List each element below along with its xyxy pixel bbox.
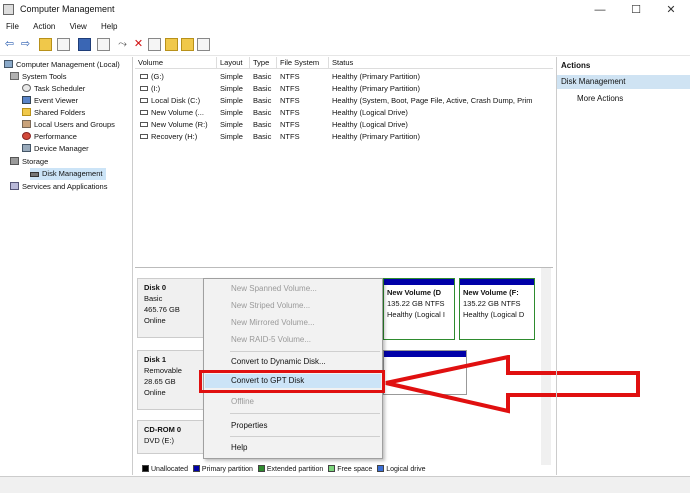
- toolbar: ⇦ ⇨ ⤳ ✕: [0, 34, 690, 56]
- storage-icon: [10, 157, 19, 165]
- folder-icon: [22, 108, 31, 116]
- menu-separator: [230, 351, 380, 352]
- volume-icon: [140, 110, 148, 115]
- tree-item-system-tools[interactable]: System Tools: [10, 71, 66, 83]
- tree-item-shared-folders[interactable]: Shared Folders: [22, 107, 85, 119]
- volume-icon: [140, 122, 148, 127]
- menu-item-help[interactable]: Help: [205, 441, 381, 455]
- disk-0-label[interactable]: Disk 0 Basic 465.76 GB Online: [137, 278, 207, 338]
- volume-icon: [140, 98, 148, 103]
- status-bar: [0, 476, 690, 493]
- menu-item-new-spanned-volume[interactable]: New Spanned Volume...: [205, 282, 381, 296]
- column-status[interactable]: Status: [329, 57, 553, 69]
- disk-1-label[interactable]: Disk 1 Removable 28.65 GB Online: [137, 350, 207, 410]
- show-hide-tree-icon[interactable]: [57, 38, 70, 51]
- menu-help[interactable]: Help: [95, 20, 123, 33]
- tools-icon: [10, 72, 19, 80]
- delete-icon[interactable]: ✕: [132, 38, 145, 51]
- minimize-button[interactable]: —: [585, 2, 615, 18]
- partition-new-volume-f[interactable]: New Volume (F: 135.22 GB NTFS Healthy (L…: [459, 278, 535, 340]
- clock-icon: [22, 84, 31, 92]
- partition-legend: Unallocated Primary partition Extended p…: [139, 464, 549, 475]
- device-icon: [22, 144, 31, 152]
- menu-item-new-raid5-volume[interactable]: New RAID-5 Volume...: [205, 333, 381, 347]
- table-row[interactable]: New Volume (... Simple Basic NTFS Health…: [135, 107, 553, 119]
- menu-item-new-striped-volume[interactable]: New Striped Volume...: [205, 299, 381, 313]
- table-row[interactable]: Recovery (H:) Simple Basic NTFS Healthy …: [135, 131, 553, 143]
- legend-swatch-unallocated: [142, 465, 149, 472]
- computer-icon: [4, 60, 13, 68]
- computer-management-icon: [3, 4, 14, 15]
- tree-item-performance[interactable]: Performance: [22, 131, 77, 143]
- tree-item-storage[interactable]: Storage: [10, 156, 48, 168]
- table-row[interactable]: Local Disk (C:) Simple Basic NTFS Health…: [135, 95, 553, 107]
- legend-swatch-primary: [192, 465, 200, 472]
- column-type[interactable]: Type: [250, 57, 277, 69]
- open-folder-icon[interactable]: [165, 38, 178, 51]
- column-volume[interactable]: Volume: [135, 57, 217, 69]
- users-icon: [22, 120, 31, 128]
- properties-icon[interactable]: [78, 38, 91, 51]
- actions-section-disk-management[interactable]: Disk Management: [557, 75, 690, 89]
- search-folder-icon[interactable]: [181, 38, 194, 51]
- back-arrow-icon[interactable]: ⇦: [3, 38, 16, 51]
- event-icon: [22, 96, 31, 104]
- volume-icon: [140, 86, 148, 91]
- menu-bar: File Action View Help: [0, 20, 690, 34]
- more-actions-link[interactable]: More Actions: [577, 93, 623, 105]
- window-title: Computer Management: [20, 4, 115, 14]
- disk-icon: [30, 172, 39, 177]
- legend-swatch-extended: [257, 465, 265, 472]
- table-row[interactable]: (G:) Simple Basic NTFS Healthy (Primary …: [135, 71, 553, 83]
- actions-header: Actions: [561, 61, 591, 70]
- tree-item-local-users[interactable]: Local Users and Groups: [22, 119, 115, 131]
- navigation-tree: Computer Management (Local) System Tools…: [0, 57, 133, 475]
- performance-icon: [22, 132, 31, 140]
- actions-pane: Actions Disk Management More Actions: [556, 57, 690, 475]
- menu-item-convert-dynamic[interactable]: Convert to Dynamic Disk...: [205, 355, 381, 369]
- tree-item-services-applications[interactable]: Services and Applications: [10, 181, 107, 193]
- table-row[interactable]: (I:) Simple Basic NTFS Healthy (Primary …: [135, 83, 553, 95]
- menu-item-offline[interactable]: Offline: [205, 395, 381, 409]
- table-row[interactable]: New Volume (R:) Simple Basic NTFS Health…: [135, 119, 553, 131]
- tree-item-device-manager[interactable]: Device Manager: [22, 143, 89, 155]
- menu-separator: [230, 436, 380, 437]
- legend-swatch-free-space: [328, 465, 336, 472]
- annotation-highlight-box: [199, 370, 385, 393]
- title-bar: Computer Management — ☐ ✕: [0, 0, 690, 20]
- tree-item-computer-management[interactable]: Computer Management (Local): [4, 59, 120, 71]
- context-menu: New Spanned Volume... New Striped Volume…: [203, 278, 383, 459]
- menu-view[interactable]: View: [64, 20, 93, 33]
- volume-icon: [140, 134, 148, 139]
- volume-icon: [140, 74, 148, 79]
- close-button[interactable]: ✕: [656, 2, 686, 18]
- view-icon[interactable]: [197, 38, 210, 51]
- services-icon: [10, 182, 19, 190]
- checklist-icon[interactable]: [148, 38, 161, 51]
- menu-action[interactable]: Action: [27, 20, 61, 33]
- menu-item-properties[interactable]: Properties: [205, 419, 381, 433]
- maximize-button[interactable]: ☐: [621, 2, 651, 18]
- help-icon[interactable]: [97, 38, 110, 51]
- tree-item-disk-management[interactable]: Disk Management: [30, 168, 107, 180]
- menu-file[interactable]: File: [0, 20, 25, 33]
- menu-item-new-mirrored-volume[interactable]: New Mirrored Volume...: [205, 316, 381, 330]
- legend-swatch-logical: [377, 465, 385, 472]
- up-folder-icon[interactable]: [39, 38, 52, 51]
- cdrom-0-label[interactable]: CD-ROM 0 DVD (E:): [137, 420, 207, 454]
- connect-icon[interactable]: ⤳: [116, 38, 129, 51]
- tree-item-task-scheduler[interactable]: Task Scheduler: [22, 83, 85, 95]
- partition-new-volume-d[interactable]: New Volume (D 135.22 GB NTFS Healthy (Lo…: [383, 278, 455, 340]
- column-layout[interactable]: Layout: [217, 57, 250, 69]
- tree-item-event-viewer[interactable]: Event Viewer: [22, 95, 78, 107]
- forward-arrow-icon[interactable]: ⇨: [19, 38, 32, 51]
- column-file-system[interactable]: File System: [277, 57, 329, 69]
- menu-separator: [230, 413, 380, 414]
